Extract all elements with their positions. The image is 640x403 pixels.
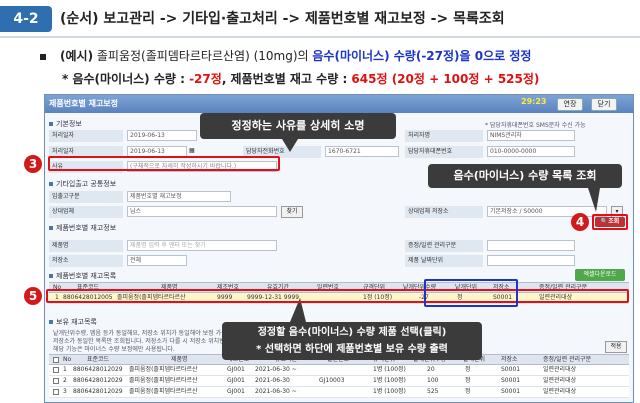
step-3-badge: 3 (24, 155, 42, 173)
callout-search: 음수(마이너스) 수량 목록 조회 (428, 164, 622, 188)
slide: 4-2 (순서) 보고관리 -> 기타입·출고처리 -> 제품번호별 재고보정 … (0, 0, 640, 403)
row-highlight-box (46, 289, 629, 303)
qty-highlight-box (424, 279, 518, 307)
search-button[interactable]: 🔍조회 (595, 217, 625, 227)
callout-reason-pointer (282, 139, 298, 152)
search-button-label: 조회 (608, 218, 620, 225)
callout-select-line1: 정정할 음수(마이너스) 수량 제품 선택(클릭) (257, 327, 447, 338)
reason-highlight-box (48, 156, 280, 171)
step-4-badge: 4 (571, 213, 589, 231)
callout-select: 정정할 음수(마이너스) 수량 제품 선택(클릭) * 선택하면 하단에 제품번… (222, 322, 482, 360)
callout-select-line2: * 선택하면 하단에 제품번호별 보유 수량 출력 (256, 344, 448, 355)
step-5-badge: 5 (24, 287, 42, 305)
callout-search-pointer (588, 188, 600, 212)
